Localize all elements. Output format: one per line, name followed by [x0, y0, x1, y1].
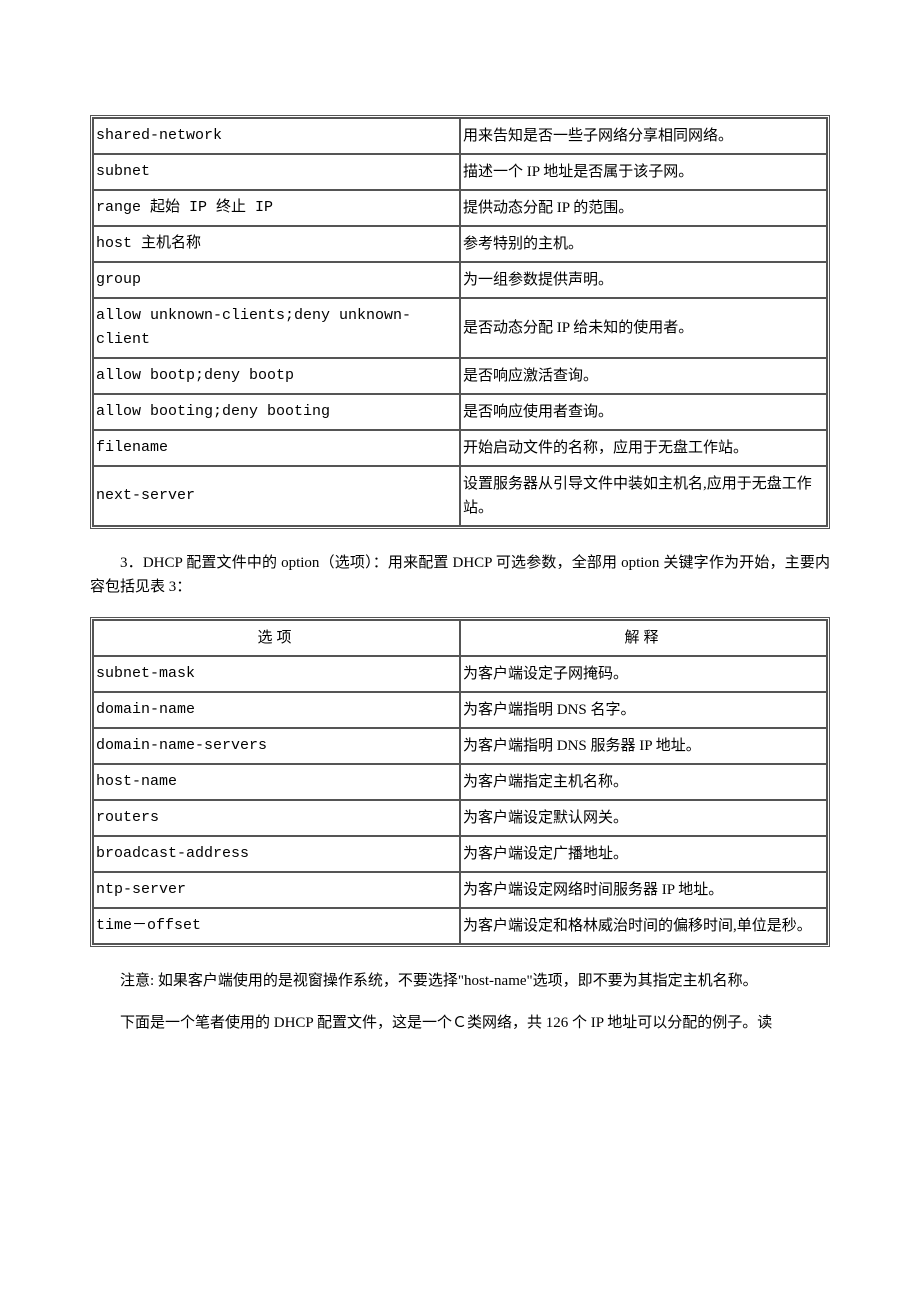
table2-head: 选项 解释: [93, 620, 827, 656]
decl-desc: 是否响应使用者查询。: [460, 394, 827, 430]
table-row: filename开始启动文件的名称，应用于无盘工作站。: [93, 430, 827, 466]
decl-desc: 为一组参数提供声明。: [460, 262, 827, 298]
table-header-row: 选项 解释: [93, 620, 827, 656]
opt-key: ntp-server: [93, 872, 460, 908]
table-row: domain-name-servers为客户端指明 DNS 服务器 IP 地址。: [93, 728, 827, 764]
decl-key: filename: [93, 430, 460, 466]
table-row: domain-name为客户端指明 DNS 名字。: [93, 692, 827, 728]
table1-body: shared-network用来告知是否一些子网络分享相同网络。 subnet描…: [93, 118, 827, 526]
decl-key: allow bootp;deny bootp: [93, 358, 460, 394]
paragraph-note: 注意: 如果客户端使用的是视窗操作系统，不要选择"host-name"选项，即不…: [90, 969, 830, 993]
decl-desc: 开始启动文件的名称，应用于无盘工作站。: [460, 430, 827, 466]
table-row: allow unknown-clients;deny unknown-clien…: [93, 298, 827, 358]
table-row: shared-network用来告知是否一些子网络分享相同网络。: [93, 118, 827, 154]
decl-key: range 起始 IP 终止 IP: [93, 190, 460, 226]
table-row: subnet-mask为客户端设定子网掩码。: [93, 656, 827, 692]
table2-body: subnet-mask为客户端设定子网掩码。 domain-name为客户端指明…: [93, 656, 827, 944]
table-row: routers为客户端设定默认网关。: [93, 800, 827, 836]
table-row: allow booting;deny booting是否响应使用者查询。: [93, 394, 827, 430]
decl-key: next-server: [93, 466, 460, 526]
opt-desc: 为客户端设定广播地址。: [460, 836, 827, 872]
opt-desc: 为客户端指明 DNS 名字。: [460, 692, 827, 728]
table-row: broadcast-address为客户端设定广播地址。: [93, 836, 827, 872]
table-row: host 主机名称参考特别的主机。: [93, 226, 827, 262]
decl-desc: 提供动态分配 IP 的范围。: [460, 190, 827, 226]
opt-desc: 为客户端设定网络时间服务器 IP 地址。: [460, 872, 827, 908]
table-row: ntp-server为客户端设定网络时间服务器 IP 地址。: [93, 872, 827, 908]
opt-key: time－offset: [93, 908, 460, 944]
table-row: subnet描述一个 IP 地址是否属于该子网。: [93, 154, 827, 190]
opt-key: subnet-mask: [93, 656, 460, 692]
opt-desc: 为客户端设定和格林威治时间的偏移时间,单位是秒。: [460, 908, 827, 944]
table-row: time－offset为客户端设定和格林威治时间的偏移时间,单位是秒。: [93, 908, 827, 944]
decl-key: allow booting;deny booting: [93, 394, 460, 430]
opt-key: domain-name: [93, 692, 460, 728]
paragraph-example-intro: 下面是一个笔者使用的 DHCP 配置文件，这是一个Ｃ类网络，共 126 个 IP…: [90, 1011, 830, 1035]
opt-desc: 为客户端设定子网掩码。: [460, 656, 827, 692]
dhcp-options-table: 选项 解释 subnet-mask为客户端设定子网掩码。 domain-name…: [90, 617, 830, 947]
decl-desc: 是否动态分配 IP 给未知的使用者。: [460, 298, 827, 358]
decl-desc: 描述一个 IP 地址是否属于该子网。: [460, 154, 827, 190]
paragraph-options-intro: 3．DHCP 配置文件中的 option（选项）：用来配置 DHCP 可选参数，…: [90, 551, 830, 599]
decl-key: allow unknown-clients;deny unknown-clien…: [93, 298, 460, 358]
decl-key: group: [93, 262, 460, 298]
opt-key: broadcast-address: [93, 836, 460, 872]
decl-desc: 参考特别的主机。: [460, 226, 827, 262]
decl-key: subnet: [93, 154, 460, 190]
decl-desc: 是否响应激活查询。: [460, 358, 827, 394]
table-row: allow bootp;deny bootp是否响应激活查询。: [93, 358, 827, 394]
table-row: group为一组参数提供声明。: [93, 262, 827, 298]
table-row: next-server设置服务器从引导文件中装如主机名,应用于无盘工作站。: [93, 466, 827, 526]
table-row: range 起始 IP 终止 IP提供动态分配 IP 的范围。: [93, 190, 827, 226]
opt-key: domain-name-servers: [93, 728, 460, 764]
header-explain: 解释: [460, 620, 827, 656]
table-row: host-name为客户端指定主机名称。: [93, 764, 827, 800]
dhcp-declarations-table: shared-network用来告知是否一些子网络分享相同网络。 subnet描…: [90, 115, 830, 529]
opt-key: host-name: [93, 764, 460, 800]
decl-desc: 用来告知是否一些子网络分享相同网络。: [460, 118, 827, 154]
opt-desc: 为客户端设定默认网关。: [460, 800, 827, 836]
opt-key: routers: [93, 800, 460, 836]
header-option: 选项: [93, 620, 460, 656]
decl-key: shared-network: [93, 118, 460, 154]
document-page: shared-network用来告知是否一些子网络分享相同网络。 subnet描…: [0, 0, 920, 1302]
decl-key: host 主机名称: [93, 226, 460, 262]
opt-desc: 为客户端指定主机名称。: [460, 764, 827, 800]
opt-desc: 为客户端指明 DNS 服务器 IP 地址。: [460, 728, 827, 764]
decl-desc: 设置服务器从引导文件中装如主机名,应用于无盘工作站。: [460, 466, 827, 526]
